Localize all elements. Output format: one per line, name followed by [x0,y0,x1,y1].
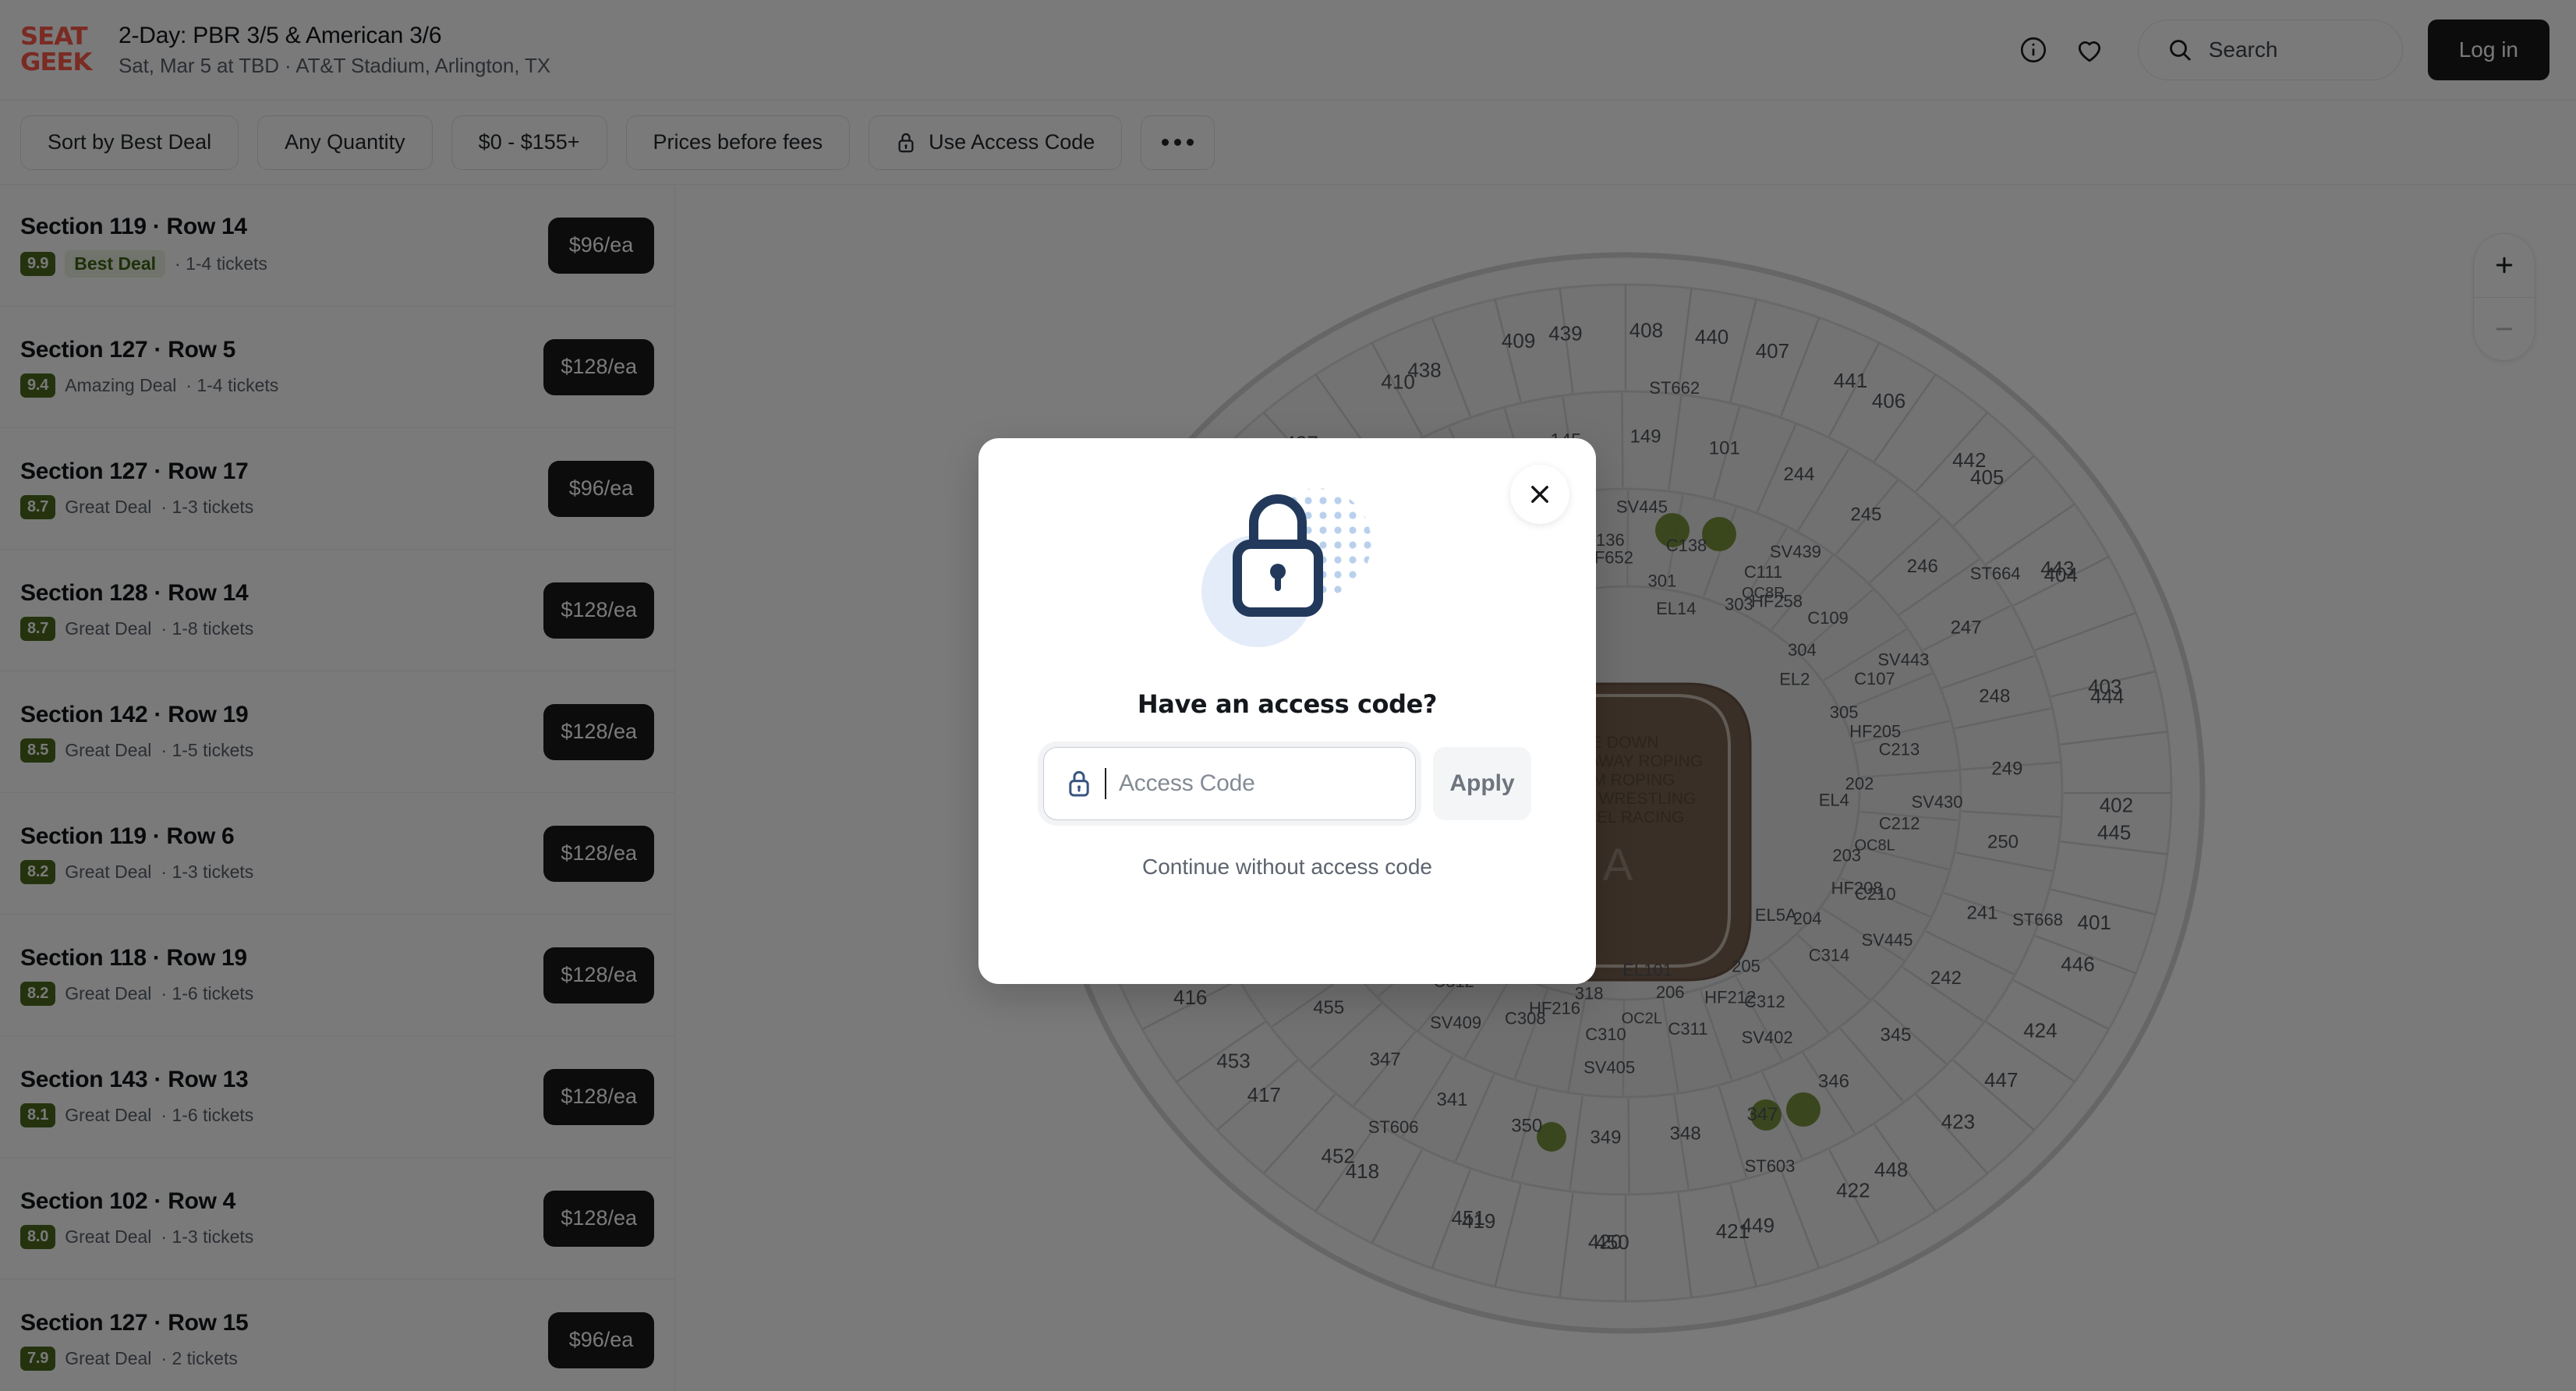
access-code-modal: Have an access code? Access Code Apply C… [978,438,1596,984]
access-code-input[interactable]: Access Code [1043,747,1416,820]
text-caret [1105,768,1106,799]
access-code-placeholder: Access Code [1119,770,1255,796]
continue-without-code-link[interactable]: Continue without access code [1142,855,1432,880]
apply-button[interactable]: Apply [1433,747,1531,820]
access-code-modal-card: Have an access code? Access Code Apply C… [978,438,1596,984]
lock-illustration [1170,466,1404,677]
lock-icon [1069,770,1089,797]
access-code-row: Access Code Apply [1043,747,1531,820]
close-icon[interactable] [1510,465,1569,524]
modal-title: Have an access code? [1137,689,1438,719]
